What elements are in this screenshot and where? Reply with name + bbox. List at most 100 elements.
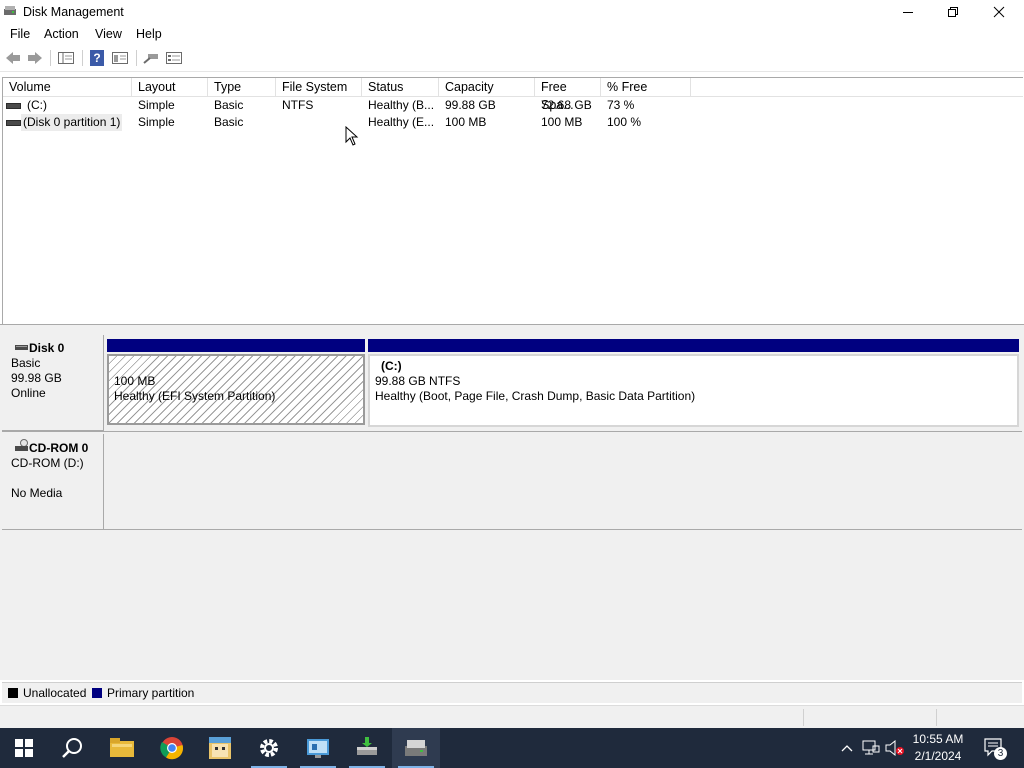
title-bar: Disk Management bbox=[0, 0, 1024, 24]
taskbar-settings[interactable] bbox=[245, 728, 293, 768]
volume-name: (C:) bbox=[27, 98, 47, 112]
cdrom-0-state: No Media bbox=[11, 486, 63, 500]
window-title: Disk Management bbox=[23, 5, 124, 19]
volume-file-system: NTFS bbox=[282, 98, 314, 112]
column-type[interactable]: Type bbox=[208, 78, 276, 96]
status-bar-separator bbox=[936, 709, 937, 726]
disk-icon bbox=[15, 345, 28, 350]
disk-management-icon bbox=[405, 740, 427, 756]
forward-button[interactable] bbox=[26, 49, 44, 67]
help-button[interactable]: ? bbox=[88, 49, 106, 67]
restore-icon bbox=[948, 7, 958, 17]
console-tree-button[interactable] bbox=[57, 49, 75, 67]
c-partition-size: 99.88 GB NTFS bbox=[375, 374, 461, 388]
table-row[interactable]: (Disk 0 partition 1) Simple Basic Health… bbox=[3, 114, 1023, 131]
volume-list: Volume Layout Type File System Status Ca… bbox=[2, 77, 1023, 325]
menu-action[interactable]: Action bbox=[44, 27, 79, 41]
control-panel-icon bbox=[307, 739, 329, 758]
efi-partition[interactable]: 100 MB Healthy (EFI System Partition) bbox=[107, 339, 365, 425]
c-partition-title: (C:) bbox=[381, 359, 402, 373]
settings-icon bbox=[260, 739, 278, 757]
menu-file[interactable]: File bbox=[10, 27, 30, 41]
start-button[interactable] bbox=[0, 728, 48, 768]
disk-management-app-icon bbox=[4, 6, 16, 15]
toolbar-separator bbox=[136, 50, 137, 66]
menu-bar: File Action View Help bbox=[0, 24, 1024, 44]
search-icon bbox=[62, 738, 82, 758]
primary-partition-bar bbox=[107, 339, 365, 352]
restore-button[interactable] bbox=[930, 0, 976, 24]
taskbar-app[interactable] bbox=[196, 728, 244, 768]
volume-layout: Simple bbox=[138, 115, 175, 129]
disk-0-type: Basic bbox=[11, 356, 41, 370]
volume-status: Healthy (E... bbox=[368, 115, 435, 129]
column-file-system[interactable]: File System bbox=[276, 78, 362, 96]
volume-capacity: 99.88 GB bbox=[445, 98, 496, 112]
legend-unallocated-label: Unallocated bbox=[23, 686, 87, 700]
disk-list-icon bbox=[166, 52, 182, 64]
table-row[interactable]: (C:) Simple Basic NTFS Healthy (B... 99.… bbox=[3, 97, 1023, 114]
volume-layout: Simple bbox=[138, 98, 175, 112]
column-capacity[interactable]: Capacity bbox=[439, 78, 535, 96]
column-volume[interactable]: Volume bbox=[3, 78, 132, 96]
volume-percent-free: 73 % bbox=[607, 98, 635, 112]
disk-map-pane: Disk 0 Basic 99.98 GB Online 100 MB Heal… bbox=[0, 330, 1024, 680]
legend-unallocated-swatch bbox=[8, 688, 18, 698]
action-center-button[interactable]: 3 bbox=[980, 728, 1010, 768]
minimize-button[interactable] bbox=[885, 0, 931, 24]
network-tray-button[interactable] bbox=[860, 728, 882, 768]
app-icon bbox=[209, 737, 231, 759]
properties-icon bbox=[112, 52, 128, 64]
disk-0-label[interactable]: Disk 0 Basic 99.98 GB Online bbox=[2, 335, 104, 431]
cdrom-0-label[interactable]: CD-ROM 0 CD-ROM (D:) No Media bbox=[2, 434, 104, 530]
status-bar bbox=[0, 705, 1024, 729]
taskbar-chrome[interactable] bbox=[148, 728, 196, 768]
efi-partition-size: 100 MB bbox=[114, 374, 156, 388]
file-explorer-icon bbox=[110, 738, 134, 757]
primary-partition-bar bbox=[368, 339, 1019, 352]
taskbar-disk-management[interactable] bbox=[392, 728, 440, 768]
close-button[interactable] bbox=[976, 0, 1022, 24]
minimize-icon bbox=[903, 12, 913, 13]
volume-type: Basic bbox=[214, 115, 244, 129]
column-status[interactable]: Status bbox=[362, 78, 439, 96]
menu-help[interactable]: Help bbox=[136, 27, 162, 41]
notification-count-badge: 3 bbox=[994, 747, 1007, 760]
mouse-cursor-icon bbox=[345, 126, 359, 146]
legend: Unallocated Primary partition bbox=[2, 682, 1022, 703]
connect-button[interactable] bbox=[142, 49, 160, 67]
speaker-muted-icon bbox=[885, 740, 904, 756]
clock-date: 2/1/2024 bbox=[914, 749, 962, 763]
svg-text:?: ? bbox=[93, 51, 100, 65]
efi-partition-status: Healthy (EFI System Partition) bbox=[114, 389, 276, 403]
disk-list-button[interactable] bbox=[165, 49, 183, 67]
volume-status: Healthy (B... bbox=[368, 98, 435, 112]
disk-row-separator bbox=[2, 431, 1022, 432]
toolbar-separator bbox=[82, 50, 83, 66]
taskbar-file-explorer[interactable] bbox=[98, 728, 146, 768]
volume-name: (Disk 0 partition 1) bbox=[21, 114, 123, 131]
column-percent-free[interactable]: % Free bbox=[601, 78, 691, 96]
volume-percent-free: 100 % bbox=[607, 115, 642, 129]
taskbar-control-panel[interactable] bbox=[294, 728, 342, 768]
disk-0-name: Disk 0 bbox=[29, 341, 65, 355]
disk-tool-icon bbox=[357, 737, 377, 755]
column-free-space[interactable]: Free Spa... bbox=[535, 78, 601, 112]
taskbar-disk-tool[interactable] bbox=[343, 728, 391, 768]
volume-drive-icon bbox=[6, 103, 21, 109]
c-partition[interactable]: (C:) 99.88 GB NTFS Healthy (Boot, Page F… bbox=[368, 339, 1019, 427]
volume-free-space: 72.68 GB bbox=[541, 98, 592, 112]
column-layout[interactable]: Layout bbox=[132, 78, 208, 96]
disk-0-size: 99.98 GB bbox=[11, 371, 62, 385]
properties-button[interactable] bbox=[111, 49, 129, 67]
cdrom-icon bbox=[15, 439, 28, 451]
search-button[interactable] bbox=[48, 728, 96, 768]
back-button[interactable] bbox=[4, 49, 22, 67]
volume-capacity: 100 MB bbox=[445, 115, 487, 129]
legend-primary-swatch bbox=[92, 688, 102, 698]
show-hidden-icons-button[interactable] bbox=[838, 728, 856, 768]
cdrom-0-drive: CD-ROM (D:) bbox=[11, 456, 84, 470]
help-icon: ? bbox=[90, 50, 104, 66]
menu-view[interactable]: View bbox=[95, 27, 122, 41]
taskbar-clock[interactable]: 10:55 AM 2/1/2024 bbox=[903, 731, 973, 765]
